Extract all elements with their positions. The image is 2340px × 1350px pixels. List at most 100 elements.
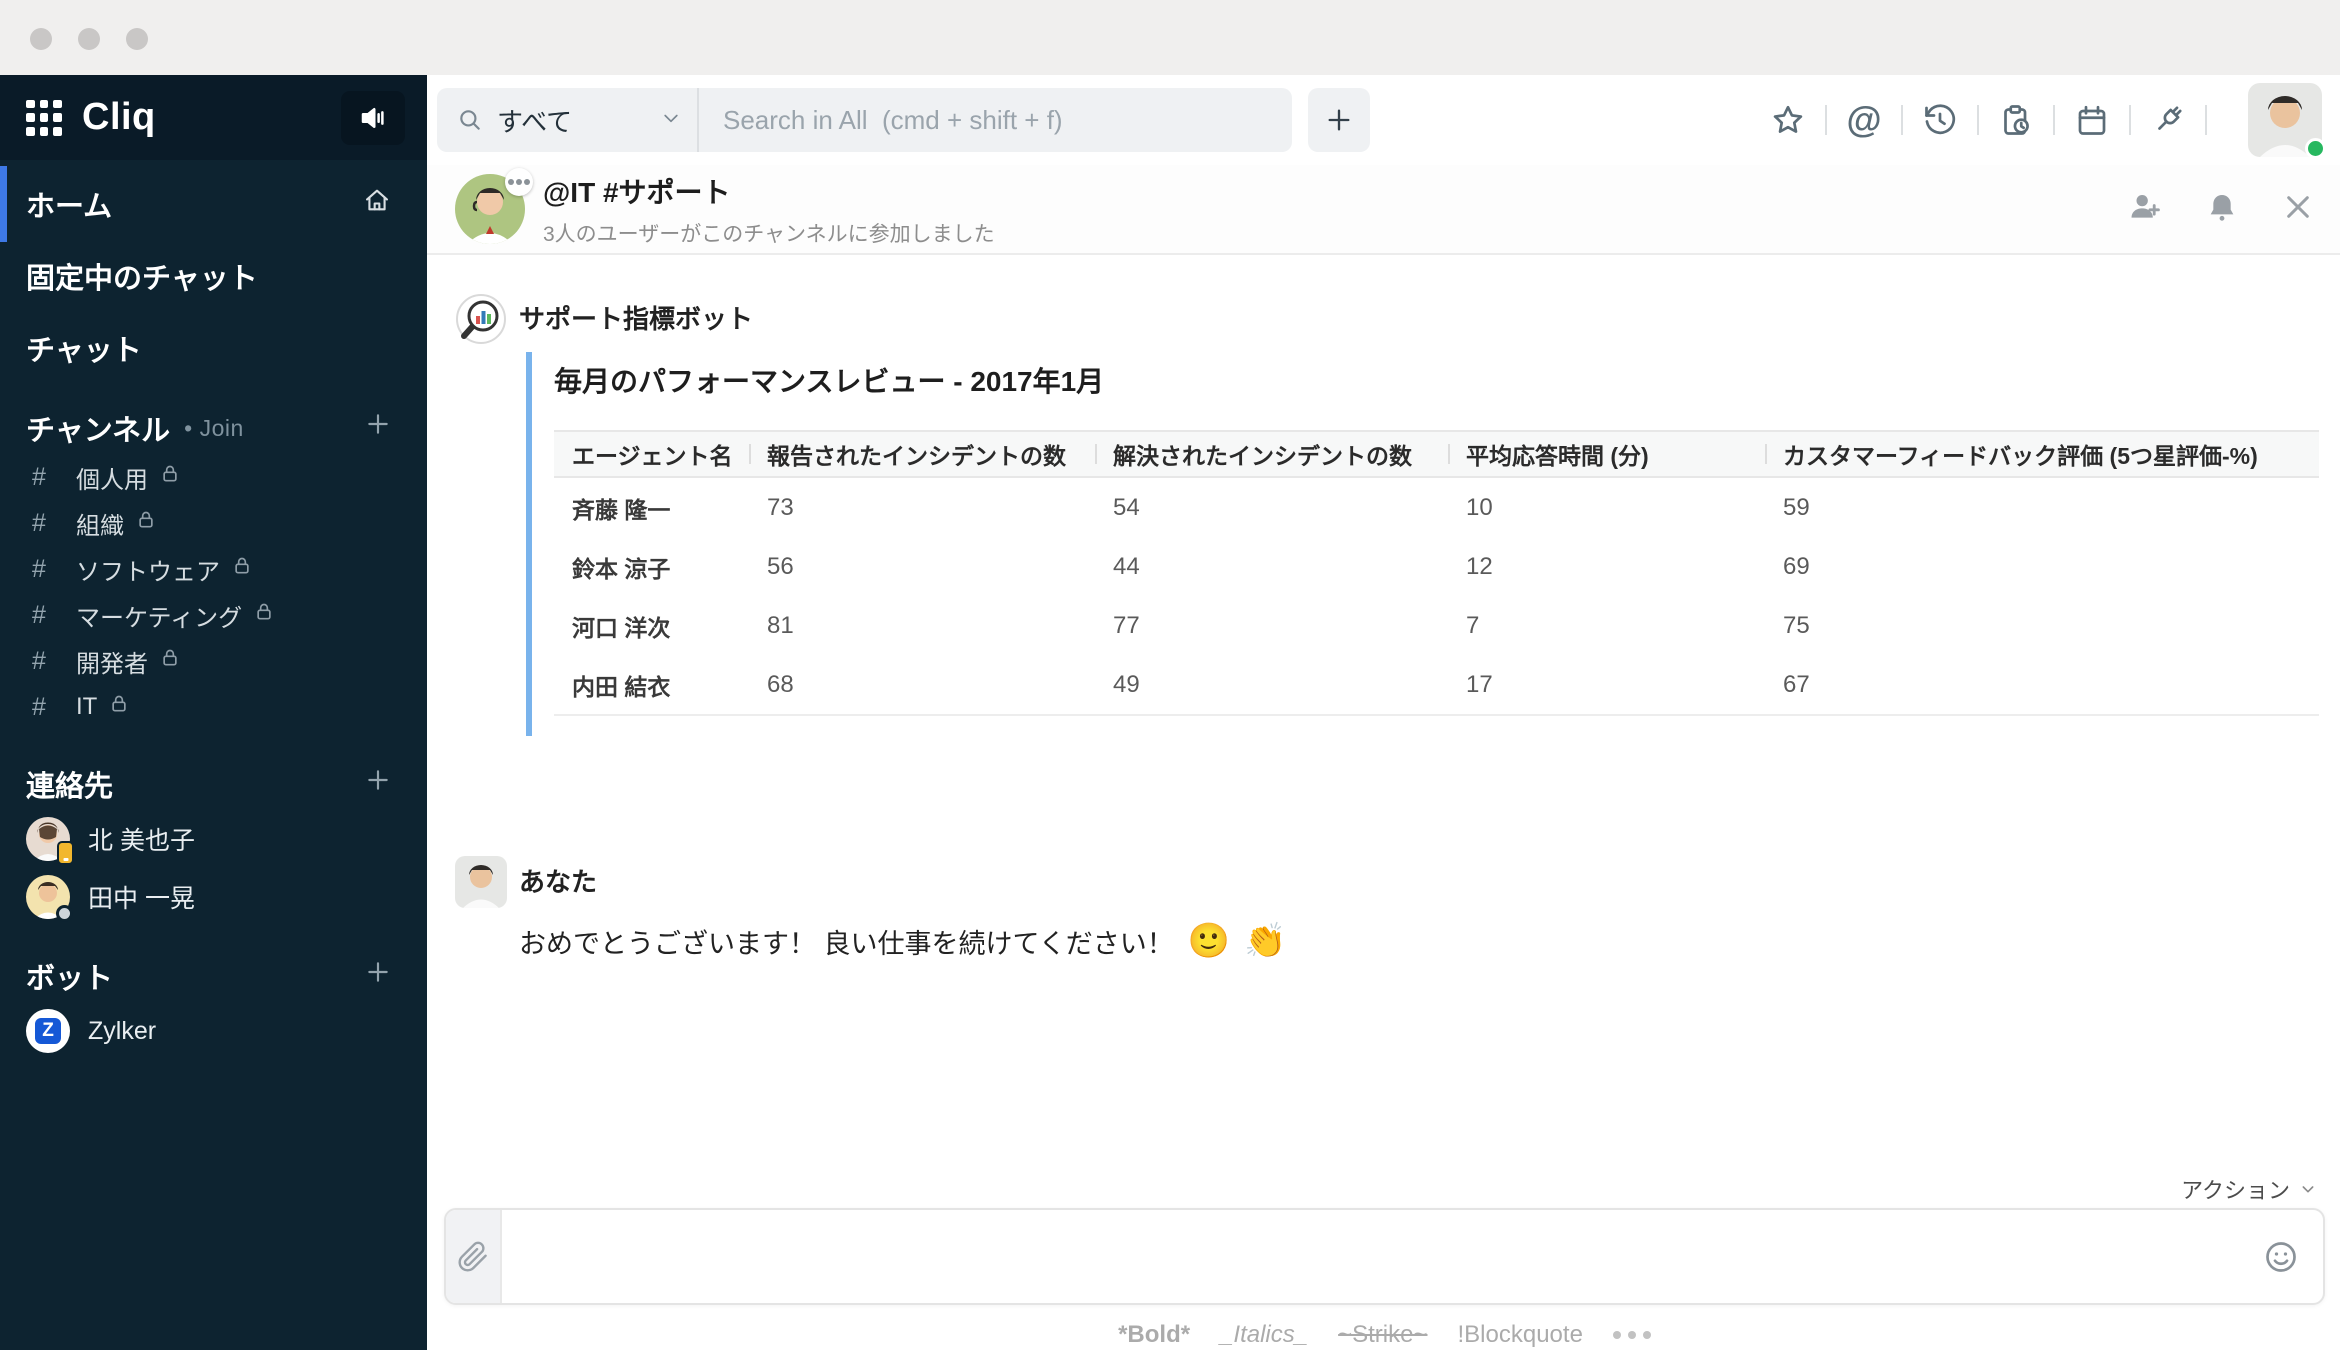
idle-status-badge [56,905,73,922]
profile-avatar[interactable] [2248,83,2326,159]
table-header-row: エージェント名 報告されたインシデントの数 解決されたインシデントの数 平均応答… [554,430,2319,478]
speaker-icon [361,107,384,128]
emoji-picker-button[interactable] [2263,1210,2323,1303]
table-row: 斉藤 隆一 73 54 10 59 [572,493,1810,523]
paperclip-icon [458,1241,487,1272]
bot-item-zylker[interactable]: Z Zylker [0,1002,427,1060]
tasks-button[interactable] [1996,100,2036,140]
bot-message: サポート指標ボット 毎月のパフォーマンスレビュー - 2017年1月 エージェン… [455,293,2340,736]
metrics-table: エージェント名 報告されたインシデントの数 解決されたインシデントの数 平均応答… [554,430,2319,716]
integrations-button[interactable] [2148,100,2188,140]
channel-item-marketing[interactable]: # マーケティング [0,592,427,638]
table-row: 内田 結衣 68 49 17 67 [572,670,1810,700]
new-chat-button[interactable] [1308,88,1370,152]
sidebar-item-label: 固定中のチャット [26,263,258,295]
history-icon [1925,104,1956,135]
avatar [26,817,74,865]
group-badge-icon [505,168,533,196]
channels-header-label: チャンネル [26,415,171,447]
hash-icon: # [32,462,46,491]
column-header: 解決されたインシデントの数 [1095,437,1448,471]
add-bot-button[interactable] [365,959,391,993]
calendar-button[interactable] [2072,100,2112,140]
channel-header: @IT #サポート 3人のユーザーがこのチャンネルに参加しました [427,165,2340,255]
column-header: 平均応答時間 (分) [1448,437,1765,471]
person-add-icon [2131,194,2160,218]
format-hints: *Bold* _Italics_ ~Strike~ !Blockquote [444,1321,2325,1349]
more-formatting-button[interactable] [1612,1331,1651,1339]
divider [2053,105,2055,135]
table-row: 鈴本 涼子 56 44 12 69 [572,552,1810,582]
sidebar-item-chats[interactable]: チャット [0,312,427,384]
add-contact-button[interactable] [365,767,391,801]
lock-icon [160,647,180,675]
window-close-button[interactable] [30,28,52,50]
close-channel-button[interactable] [2282,191,2314,228]
macos-titlebar [0,0,2340,75]
bots-section-header[interactable]: ボット [0,950,427,1002]
user-sender-name: あなた [519,867,598,897]
add-channel-button[interactable] [365,411,391,445]
divider [1901,105,1903,135]
attach-file-button[interactable] [446,1210,502,1303]
lock-icon [232,555,252,583]
sidebar-nav: ホーム 固定中のチャット チャット [0,160,427,384]
lock-icon [136,509,156,537]
plus-icon [368,414,388,434]
message-input[interactable] [502,1210,2263,1303]
contacts-section-header[interactable]: 連絡先 [0,758,427,810]
channel-item-personal[interactable]: # 個人用 [0,454,427,500]
app-grid-icon[interactable] [26,99,62,136]
card-title: 毎月のパフォーマンスレビュー - 2017年1月 [554,366,1105,397]
channel-title: @IT #サポート [543,176,731,208]
plus-icon [368,770,388,790]
channel-header-texts: @IT #サポート 3人のユーザーがこのチャンネルに参加しました [543,171,995,248]
add-member-button[interactable] [2128,190,2162,229]
channel-item-software[interactable]: # ソフトウェア [0,546,427,592]
sidebar-item-pinned-chats[interactable]: 固定中のチャット [0,240,427,312]
sidebar-item-label: チャット [26,335,142,367]
mentions-button[interactable]: @ [1844,99,1884,140]
history-button[interactable] [1920,100,1960,140]
blockquote-hint: !Blockquote [1457,1321,1583,1348]
channel-subtitle: 3人のユーザーがこのチャンネルに参加しました [543,222,995,246]
channels-join-link[interactable]: • Join [184,415,244,442]
plus-icon [1328,109,1350,131]
channel-item-developers[interactable]: # 開発者 [0,638,427,684]
message-composer [444,1208,2325,1305]
topbar: すべて @ [427,75,2340,165]
window-zoom-button[interactable] [126,28,148,50]
contact-item-tanaka[interactable]: 田中 一晃 [0,868,427,926]
plus-icon [368,962,388,982]
search-icon [460,110,480,130]
column-header: カスタマーフィードバック評価 (5つ星評価-%) [1765,437,2319,471]
contacts-header-label: 連絡先 [26,771,114,803]
bot-message-body: サポート指標ボット 毎月のパフォーマンスレビュー - 2017年1月 エージェン… [519,293,2340,736]
channel-avatar [455,168,533,244]
hash-icon: # [32,646,46,675]
window-minimize-button[interactable] [78,28,100,50]
strike-hint: ~Strike~ [1338,1321,1428,1348]
message-text: おめでとうございます！ 良い仕事を続けてください！ [519,928,1174,959]
z-logo-icon: Z [35,1018,61,1044]
contact-item-kita[interactable]: 北 美也子 [0,810,427,868]
notifications-button[interactable] [2206,191,2238,228]
divider [2205,105,2207,135]
audio-toggle-button[interactable] [341,90,405,145]
sidebar: Cliq ホーム 固定中のチャット チャット チャンネル • Join # 個人… [0,75,427,1350]
channel-item-it[interactable]: # IT [0,684,427,730]
channel-actions [2128,190,2314,229]
sidebar-item-home[interactable]: ホーム [0,166,427,242]
starred-button[interactable] [1768,100,1808,140]
smile-emoji: 🙂 [1187,922,1231,960]
chevron-down-icon [661,108,681,133]
search-input[interactable] [699,88,1292,152]
search-scope-select[interactable]: すべて [437,88,697,152]
divider [2129,105,2131,135]
lock-icon [254,601,274,629]
lock-icon [160,463,180,491]
channel-item-org[interactable]: # 組織 [0,500,427,546]
channels-section-header[interactable]: チャンネル • Join [0,402,427,454]
divider [1825,105,1827,135]
actions-menu-button[interactable]: アクション [2181,1173,2316,1205]
